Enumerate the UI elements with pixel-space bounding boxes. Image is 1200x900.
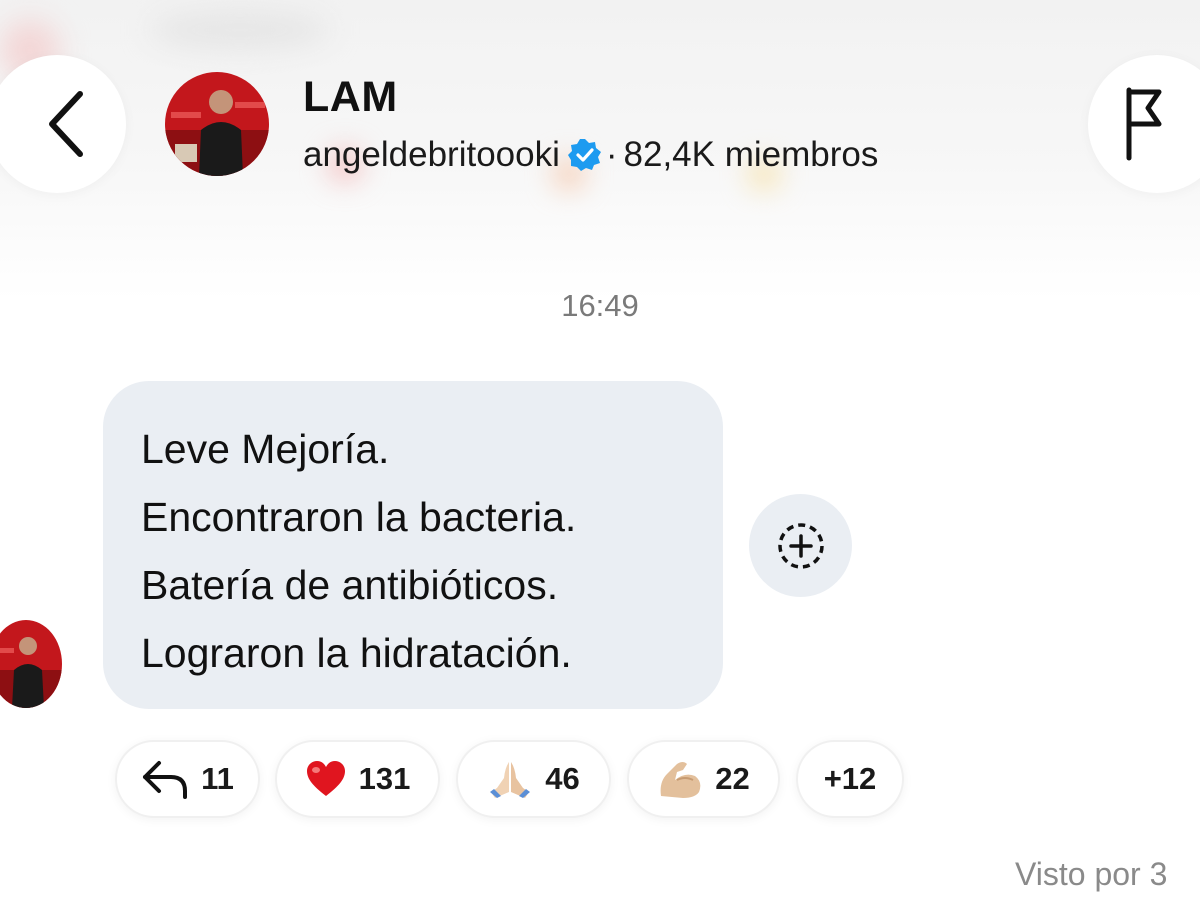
reaction-count: 131	[358, 761, 411, 796]
reaction-chip-pray[interactable]: 46	[456, 740, 611, 818]
reaction-chip-muscle[interactable]: 22	[627, 740, 780, 818]
add-reaction-button[interactable]	[749, 494, 852, 597]
sender-avatar[interactable]	[0, 620, 62, 708]
reply-count-chip[interactable]: 11	[115, 740, 260, 818]
reply-arrow-icon	[141, 759, 189, 799]
red-heart-icon	[305, 760, 347, 798]
verified-badge-icon	[567, 139, 601, 171]
more-reactions-chip[interactable]: +12	[796, 740, 904, 818]
channel-name: LAM	[303, 73, 398, 121]
flag-icon	[1126, 87, 1162, 161]
channel-avatar[interactable]	[165, 72, 269, 176]
reaction-count: 22	[715, 761, 750, 796]
back-chevron-icon	[49, 91, 83, 157]
seen-by-label: Visto por 3	[1015, 856, 1168, 892]
message-line: Batería de antibióticos.	[141, 562, 559, 608]
message-bubble[interactable]: Leve Mejoría. Encontraron la bacteria. B…	[103, 381, 723, 709]
more-reactions-count: +12	[823, 761, 877, 796]
channel-subtitle: angeldebritoooki · 82,4K miembros	[303, 135, 878, 175]
header-separator: ·	[605, 135, 618, 174]
message-line: Lograron la hidratación.	[141, 630, 572, 676]
message-timestamp: 16:49	[561, 288, 639, 323]
message-line: Encontraron la bacteria.	[141, 494, 577, 540]
message-line: Leve Mejoría.	[141, 426, 390, 472]
reaction-count: 46	[545, 761, 580, 796]
reply-count: 11	[201, 761, 234, 796]
add-reaction-icon	[777, 522, 824, 569]
member-count: 82,4K miembros	[623, 135, 879, 174]
folded-hands-icon	[487, 758, 533, 800]
flexed-biceps-icon	[657, 758, 703, 800]
reaction-chip-heart[interactable]: 131	[275, 740, 440, 818]
channel-handle: angeldebritoooki	[303, 135, 560, 174]
